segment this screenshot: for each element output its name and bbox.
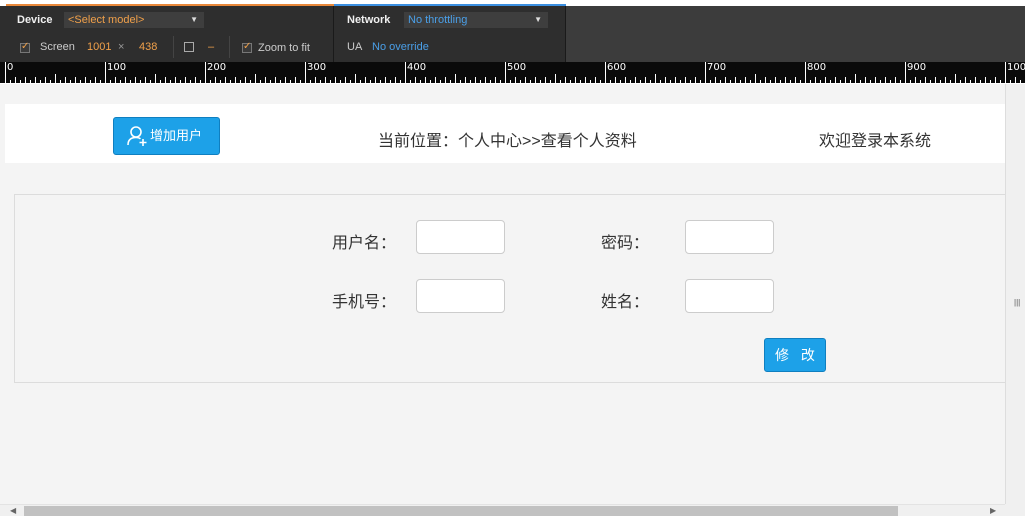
ruler-label: 800 <box>807 62 827 73</box>
welcome-text: 欢迎登录本系统 <box>819 133 932 150</box>
ruler-label: 500 <box>507 62 527 73</box>
ruler-label: 900 <box>907 62 927 73</box>
ruler-label: 200 <box>207 62 227 73</box>
network-label: Network <box>347 14 391 26</box>
ruler-label: 0 <box>7 62 14 73</box>
ruler-label: 100 <box>107 62 127 73</box>
scroll-grip-icon[interactable]: ||| <box>1014 298 1020 308</box>
profile-form-panel <box>14 194 1005 383</box>
device-label: Device <box>17 14 53 26</box>
ruler-label: 700 <box>707 62 727 73</box>
password-input[interactable] <box>685 220 774 254</box>
add-user-button[interactable]: 增加用户 <box>113 117 220 155</box>
ruler-label: 400 <box>407 62 427 73</box>
breadcrumb: 当前位置：个人中心>>查看个人资料 <box>378 133 637 150</box>
device-model-select[interactable]: <Select model> ▼ <box>64 12 204 28</box>
ua-label: UA <box>347 41 363 53</box>
ruler-label: 1000 <box>1007 62 1025 73</box>
screen-height-value[interactable]: 438 <box>139 41 157 53</box>
browser-window: Device <Select model> ▼ Screen 1001 × 43… <box>0 0 1025 516</box>
ruler: 0 100 200 300 400 500 600 700 800 900 1000 <box>0 62 1025 84</box>
screen-checkbox[interactable] <box>20 41 30 53</box>
network-throttling-select[interactable]: No throttling ▼ <box>404 12 548 28</box>
name-label: 姓名： <box>601 294 650 311</box>
ruler-label: 300 <box>307 62 327 73</box>
vertical-scrollbar[interactable]: ||| <box>1005 84 1025 504</box>
username-input[interactable] <box>416 220 505 254</box>
fit-icon[interactable] <box>184 42 194 52</box>
devtools-device-toolbar: Device <Select model> ▼ Screen 1001 × 43… <box>0 0 1025 62</box>
device-model-value: <Select model> <box>68 14 145 26</box>
horizontal-scrollbar[interactable]: ◀ ▶ <box>0 504 1005 516</box>
screen-label: Screen <box>40 41 75 53</box>
ruler-label: 600 <box>607 62 627 73</box>
scroll-right-arrow-icon[interactable]: ▶ <box>990 505 996 516</box>
username-label: 用户名： <box>332 235 397 252</box>
zoom-to-fit-checkbox[interactable] <box>242 41 252 53</box>
dropdown-arrow-icon: ▼ <box>190 15 198 24</box>
password-label: 密码： <box>601 235 650 252</box>
horizontal-scroll-thumb[interactable] <box>24 506 898 516</box>
screen-width-value[interactable]: 1001 <box>87 41 111 53</box>
name-input[interactable] <box>685 279 774 313</box>
add-user-icon <box>127 126 147 146</box>
ua-value[interactable]: No override <box>372 41 429 53</box>
modify-button[interactable]: 修 改 <box>764 338 826 372</box>
network-throttling-value: No throttling <box>408 14 468 26</box>
scrollbar-corner <box>1005 504 1025 516</box>
swap-dash[interactable]: – <box>208 41 214 53</box>
phone-label: 手机号： <box>332 294 397 311</box>
phone-input[interactable] <box>416 279 505 313</box>
dropdown-arrow-icon: ▼ <box>534 15 542 24</box>
zoom-to-fit-label: Zoom to fit <box>258 42 310 54</box>
add-user-label: 增加用户 <box>150 128 203 143</box>
scroll-left-arrow-icon[interactable]: ◀ <box>10 505 16 516</box>
times-sign: × <box>118 41 125 53</box>
